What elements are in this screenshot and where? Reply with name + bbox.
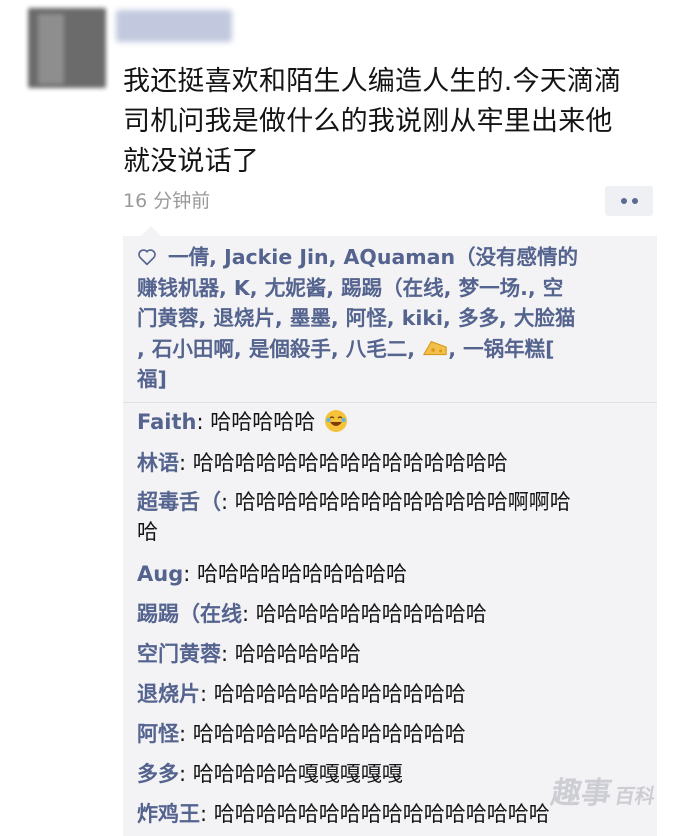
more-actions-button[interactable] (605, 186, 653, 216)
comment-item[interactable]: 超毒舌（: 哈哈哈哈哈哈哈哈哈哈哈哈哈啊啊哈哈 (137, 487, 571, 547)
comment-item[interactable]: 退烧片: 哈哈哈哈哈哈哈哈哈哈哈哈 (137, 678, 466, 708)
likes-line[interactable]: 福] (137, 364, 649, 395)
post-line: 就没说话了 (123, 146, 259, 177)
comment-item[interactable]: 阿怪: 哈哈哈哈哈哈哈哈哈哈哈哈哈 (137, 718, 466, 748)
comment-author[interactable]: 多多 (137, 762, 179, 786)
comment-item[interactable]: Faith: 哈哈哈哈哈 (137, 406, 348, 436)
interaction-panel: 一倩, Jackie Jin, AQuaman（没有感情的 赚钱机器, K, 尢… (123, 226, 657, 836)
comment-item[interactable]: 炸鸡王: 哈哈哈哈哈哈哈哈哈哈哈哈哈哈哈哈 (137, 798, 550, 828)
comment-text: 哈哈哈哈哈嘎嘎嘎嘎嘎 (192, 762, 403, 786)
comment-author[interactable]: 踢踢（在线 (137, 602, 242, 626)
comment-author[interactable]: 炸鸡王 (137, 802, 200, 826)
likes-list: 一倩, Jackie Jin, AQuaman（没有感情的 赚钱机器, K, 尢… (137, 242, 649, 395)
comment-text-cont: 哈 (137, 520, 158, 544)
watermark-logo: 趣事百科 (548, 776, 658, 811)
laughing-emoji-icon (324, 410, 347, 432)
comment-item[interactable]: Aug: 哈哈哈哈哈哈哈哈哈哈 (137, 558, 407, 588)
post-line: 司机问我是做什么的我说刚从牢里出来他 (123, 106, 613, 137)
comment-text: 哈哈哈哈哈哈哈哈哈哈 (197, 562, 408, 586)
comment-text: 哈哈哈哈哈哈哈哈哈哈哈哈哈 (192, 722, 466, 746)
post-text: 我还挺喜欢和陌生人编造人生的.今天滴滴 司机问我是做什么的我说刚从牢里出来他 就… (123, 62, 663, 182)
comment-item[interactable]: 多多: 哈哈哈哈哈嘎嘎嘎嘎嘎 (137, 758, 403, 788)
comment-text: 哈哈哈哈哈哈哈哈哈哈哈 (255, 602, 487, 626)
comment-author[interactable]: 林语 (137, 451, 179, 475)
more-dots-icon (620, 198, 627, 204)
comment-text: 哈哈哈哈哈哈哈哈哈哈哈哈 (213, 682, 466, 706)
comment-text: 哈哈哈哈哈哈哈哈哈哈哈哈哈哈哈哈 (213, 802, 550, 826)
divider (123, 402, 657, 403)
comment-text: 哈哈哈哈哈哈 (234, 642, 361, 666)
comment-text: 哈哈哈哈哈哈哈哈哈哈哈哈哈哈哈 (192, 451, 508, 475)
likes-line-end[interactable]: , 一锅年糕[ (448, 337, 554, 361)
likes-line[interactable]: 赚钱机器, K, 尢妮酱, 踢踢（在线, 梦一场., 空 (137, 273, 649, 304)
comment-author[interactable]: 空门黄蓉 (137, 642, 221, 666)
avatar[interactable] (28, 8, 106, 88)
post-timestamp: 16 分钟前 (123, 190, 211, 212)
comment-author[interactable]: Aug (137, 562, 183, 586)
username-blurred[interactable] (116, 10, 232, 42)
likes-line[interactable]: 一倩, Jackie Jin, AQuaman（没有感情的 (168, 245, 578, 269)
comment-text: 哈哈哈哈哈 (210, 410, 316, 434)
heart-outline-icon (138, 249, 156, 266)
comment-item[interactable]: 林语: 哈哈哈哈哈哈哈哈哈哈哈哈哈哈哈 (137, 447, 508, 477)
comment-author[interactable]: 阿怪 (137, 722, 179, 746)
cheese-emoji-icon (423, 340, 447, 355)
comment-item[interactable]: 空门黄蓉: 哈哈哈哈哈哈 (137, 638, 361, 668)
comment-text: 哈哈哈哈哈哈哈哈哈哈哈哈哈啊啊哈 (234, 490, 571, 514)
post-line: 我还挺喜欢和陌生人编造人生的.今天滴滴 (123, 66, 622, 97)
comment-author[interactable]: 退烧片 (137, 682, 200, 706)
comment-author[interactable]: 超毒舌（ (137, 490, 221, 514)
comment-author[interactable]: Faith (137, 410, 196, 434)
likes-line[interactable]: 门黄蓉, 退烧片, 墨墨, 阿怪, kiki, 多多, 大脸猫 (137, 303, 649, 334)
comment-item[interactable]: 踢踢（在线: 哈哈哈哈哈哈哈哈哈哈哈 (137, 598, 487, 628)
likes-line[interactable]: , 石小田啊, 是個殺手, 八毛二, (137, 337, 415, 361)
